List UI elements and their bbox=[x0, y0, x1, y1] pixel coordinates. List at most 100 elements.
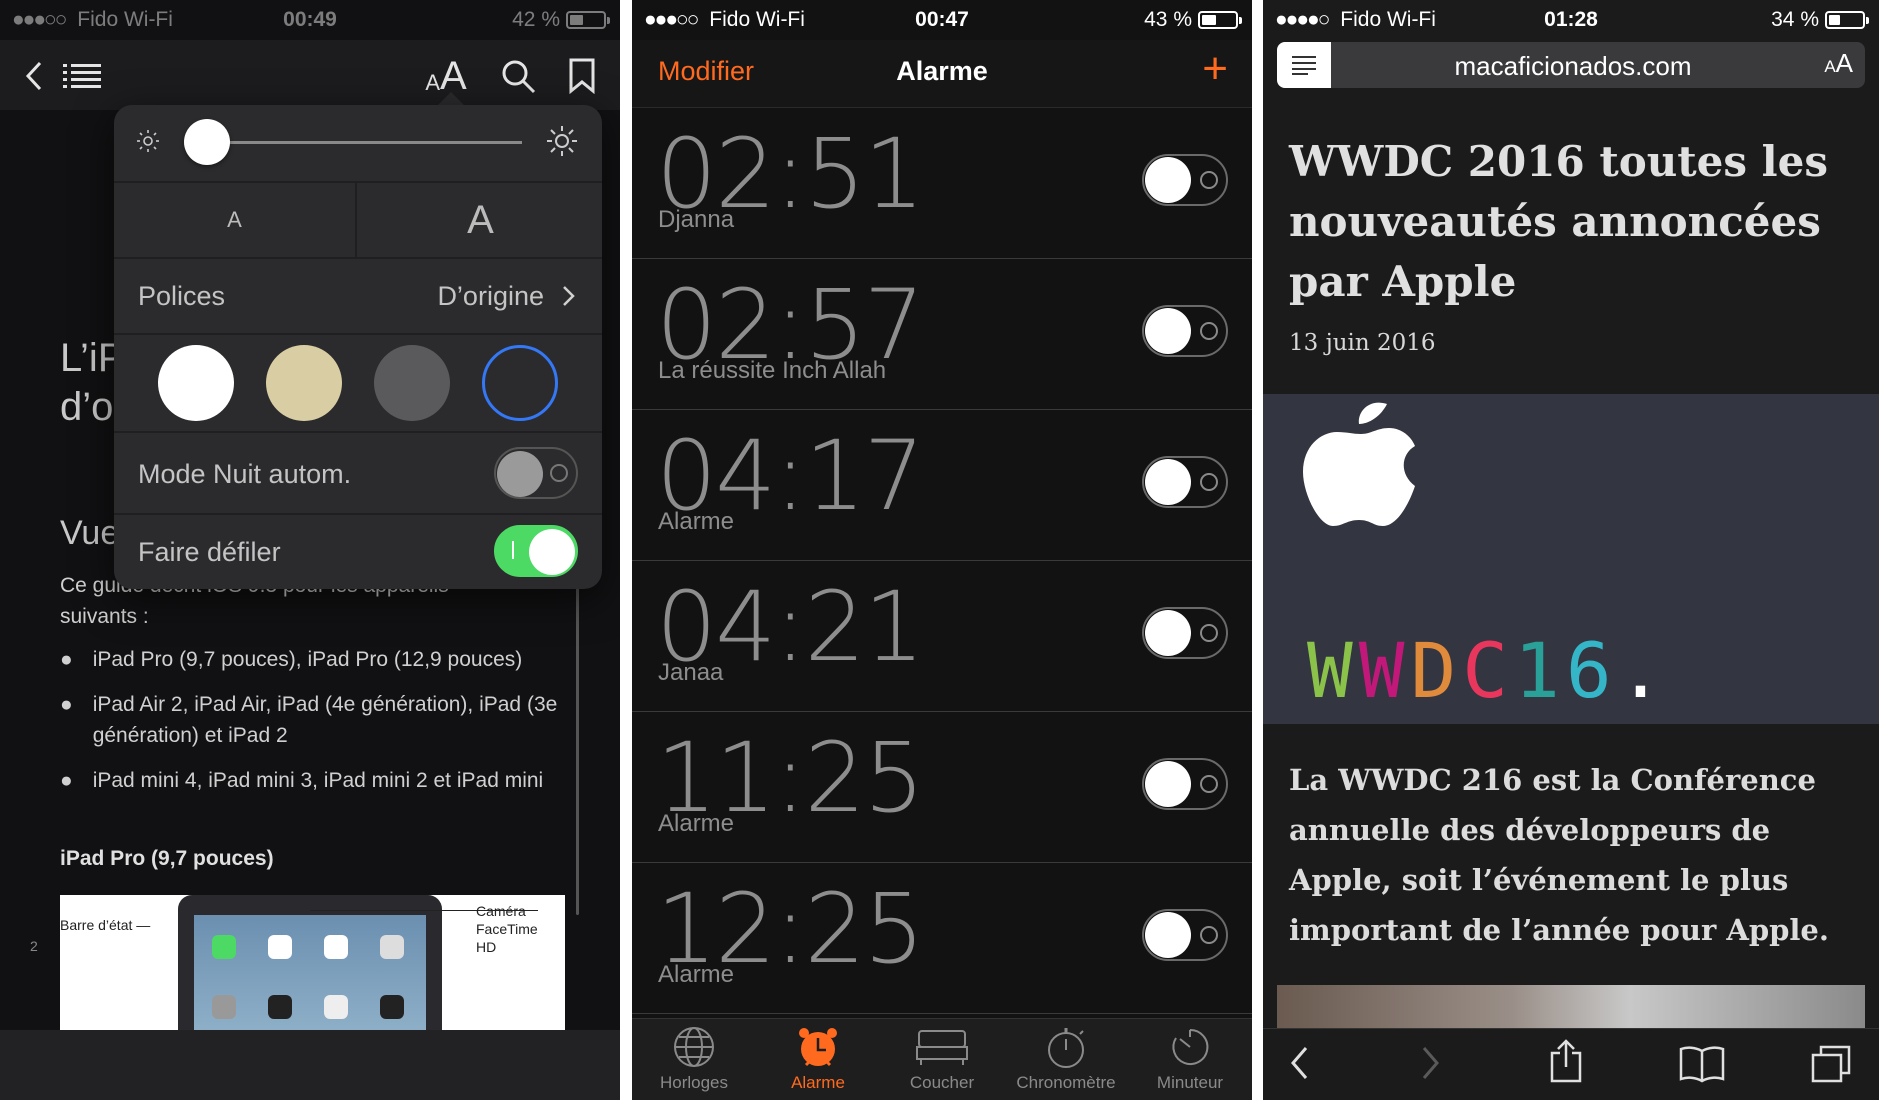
decrease-font-button[interactable]: A bbox=[114, 183, 357, 257]
alarm-toggle[interactable] bbox=[1142, 607, 1228, 659]
auto-night-toggle[interactable] bbox=[494, 447, 578, 499]
appearance-popover: A A Polices D’origine Mode Nuit autom. F… bbox=[114, 105, 602, 589]
list-item: ● iPad Air 2, iPad Air, iPad (4e générati… bbox=[60, 693, 558, 747]
alarm-label: Janaa bbox=[658, 659, 724, 686]
bookmark-icon[interactable] bbox=[562, 52, 602, 100]
alarm-row[interactable]: 02:51 Djanna bbox=[632, 108, 1252, 259]
brightness-low-icon bbox=[137, 130, 159, 152]
tab-minuteur[interactable]: Minuteur bbox=[1128, 1025, 1252, 1093]
clock-app-panel: ●●●○○ Fido Wi-Fi 00:47 43 % Modifier Ala… bbox=[632, 0, 1252, 1100]
safari-toolbar bbox=[1263, 1028, 1879, 1100]
scroll-toggle[interactable] bbox=[494, 525, 578, 577]
navigation-bar: Modifier Alarme + bbox=[632, 40, 1252, 108]
brightness-slider-track[interactable] bbox=[204, 141, 522, 144]
url-text: macaficionados.com bbox=[1454, 51, 1692, 81]
ipad-device-image bbox=[178, 895, 442, 1035]
reader-mode-icon bbox=[1292, 56, 1316, 75]
article-photo bbox=[1277, 985, 1865, 1029]
alarm-row[interactable]: 11:25 Alarme bbox=[632, 712, 1252, 863]
status-bar: ●●●○○ Fido Wi-Fi 00:47 43 % bbox=[632, 0, 1252, 40]
page-title: Alarme bbox=[896, 56, 988, 86]
theme-night-swatch[interactable] bbox=[482, 345, 558, 421]
status-bar: ●●●○○ Fido Wi-Fi 00:49 42 % bbox=[0, 0, 620, 40]
wwdc-letter: C bbox=[1462, 626, 1515, 715]
alarm-clock-icon bbox=[799, 1028, 837, 1067]
section-heading: Vue bbox=[60, 514, 120, 552]
popover-arrow bbox=[437, 92, 465, 106]
auto-night-row: Mode Nuit autom. bbox=[114, 431, 602, 513]
wwdc-letter: W bbox=[1358, 626, 1411, 715]
reader-mode-button[interactable] bbox=[1277, 42, 1331, 88]
safari-panel: ●●●●○ Fido Wi-Fi 01:28 34 % macaficionad… bbox=[1263, 0, 1879, 1100]
theme-white-swatch[interactable] bbox=[158, 345, 234, 421]
brightness-high-icon bbox=[547, 126, 577, 156]
auto-night-label: Mode Nuit autom. bbox=[138, 459, 352, 489]
alarm-row[interactable]: 04:17 Alarme bbox=[632, 410, 1252, 561]
reader-bottom-bar bbox=[0, 1030, 620, 1100]
alarm-toggle[interactable] bbox=[1142, 758, 1228, 810]
url-bar[interactable]: macaficionados.com AA bbox=[1277, 42, 1865, 88]
subheading: iPad Pro (9,7 pouces) bbox=[60, 847, 274, 870]
alarm-toggle[interactable] bbox=[1142, 154, 1228, 206]
increase-font-button[interactable]: A bbox=[359, 183, 602, 257]
ibooks-panel: ●●●○○ Fido Wi-Fi 00:49 42 % AA L’iP d’o … bbox=[0, 0, 620, 1100]
battery-fill bbox=[1202, 15, 1216, 25]
battery-indicator: 43 % bbox=[1144, 8, 1242, 32]
chevron-right-icon bbox=[563, 286, 575, 306]
article-lead: La WWDC 216 est la Conférence annuelle d… bbox=[1289, 763, 1829, 947]
alarm-label: Alarme bbox=[658, 508, 735, 535]
ipad-screen bbox=[194, 915, 426, 1035]
share-icon[interactable] bbox=[1549, 1039, 1583, 1083]
back-chevron-icon[interactable] bbox=[14, 52, 54, 100]
search-icon[interactable] bbox=[496, 52, 540, 100]
timer-icon bbox=[1172, 1028, 1209, 1065]
tab-bar: Horloges Alarme Coucher Chronomètre Minu… bbox=[632, 1018, 1252, 1100]
add-alarm-button[interactable]: + bbox=[1202, 44, 1228, 94]
alarm-toggle[interactable] bbox=[1142, 909, 1228, 961]
device-list: ● iPad Pro (9,7 pouces), iPad Pro (12,9 p… bbox=[60, 644, 560, 796]
reader-toolbar: AA bbox=[0, 40, 620, 110]
address-bar-area: macaficionados.com AA bbox=[1263, 40, 1879, 98]
battery-fill bbox=[1829, 15, 1840, 25]
alarm-label: Djanna bbox=[658, 206, 735, 233]
alarm-toggle[interactable] bbox=[1142, 456, 1228, 508]
alarm-label: La réussite Inch Allah bbox=[658, 357, 887, 384]
tabs-icon[interactable] bbox=[1811, 1043, 1853, 1083]
scroll-indicator bbox=[576, 570, 579, 915]
table-of-contents-icon[interactable] bbox=[60, 52, 104, 100]
fonts-row[interactable]: Polices D’origine bbox=[114, 257, 602, 333]
wwdc-letter: W bbox=[1307, 626, 1359, 715]
bed-icon bbox=[916, 1030, 968, 1065]
forward-chevron-icon[interactable] bbox=[1421, 1045, 1441, 1081]
battery-indicator: 42 % bbox=[512, 8, 610, 32]
stopwatch-icon bbox=[1048, 1028, 1084, 1068]
article-date: 13 juin 2016 bbox=[1289, 330, 1436, 356]
bookmarks-icon[interactable] bbox=[1679, 1045, 1725, 1083]
fonts-label: Polices bbox=[138, 281, 226, 311]
tab-chronometre[interactable]: Chronomètre bbox=[1004, 1025, 1128, 1093]
text-size-button[interactable]: AA bbox=[1824, 48, 1853, 79]
alarm-toggle[interactable] bbox=[1142, 305, 1228, 357]
list-item: ● iPad Pro (9,7 pouces), iPad Pro (12,9 p… bbox=[60, 648, 523, 671]
figure-label-status-bar: Barre d’état — bbox=[60, 917, 151, 933]
status-bar: ●●●●○ Fido Wi-Fi 01:28 34 % bbox=[1263, 0, 1879, 40]
tab-horloges[interactable]: Horloges bbox=[632, 1025, 756, 1093]
list-item: ● iPad mini 4, iPad mini 3, iPad mini 2 e… bbox=[60, 769, 544, 792]
alarm-row[interactable]: 02:57 La réussite Inch Allah bbox=[632, 259, 1252, 410]
brightness-slider-thumb[interactable] bbox=[184, 119, 230, 165]
article-hero-image: WWDC16. bbox=[1263, 394, 1879, 724]
alarm-row[interactable]: 12:25 Alarme bbox=[632, 863, 1252, 1014]
tab-alarme[interactable]: Alarme bbox=[756, 1025, 880, 1093]
battery-indicator: 34 % bbox=[1771, 8, 1869, 32]
ipad-figure: Barre d’état — Caméra FaceTime HD bbox=[60, 895, 565, 1035]
alarm-row[interactable]: 04:21 Janaa bbox=[632, 561, 1252, 712]
tab-coucher[interactable]: Coucher bbox=[880, 1025, 1004, 1093]
theme-sepia-swatch[interactable] bbox=[266, 345, 342, 421]
back-chevron-icon[interactable] bbox=[1289, 1045, 1309, 1081]
theme-gray-swatch[interactable] bbox=[374, 345, 450, 421]
page-number: 2 bbox=[30, 938, 38, 954]
globe-icon bbox=[674, 1027, 714, 1067]
alarm-label: Alarme bbox=[658, 810, 735, 837]
theme-row bbox=[114, 333, 602, 431]
figure-label-camera: Caméra FaceTime HD bbox=[476, 903, 538, 955]
